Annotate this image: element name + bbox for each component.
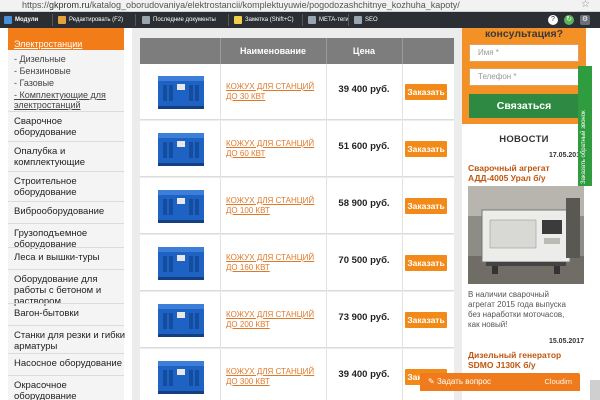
product-price: 70 500 руб. bbox=[338, 255, 390, 266]
url-text[interactable]: https://gkprom.ru/katalog_oborudovaniya/… bbox=[22, 0, 460, 11]
news-title: НОВОСТИ bbox=[499, 134, 549, 145]
phone-field[interactable]: Телефон * bbox=[469, 68, 579, 86]
product-price: 73 900 руб. bbox=[338, 312, 390, 323]
product-image[interactable] bbox=[155, 243, 207, 283]
note-icon bbox=[234, 16, 242, 24]
sidebar-sub-diesel[interactable]: - Дизельные bbox=[14, 54, 66, 64]
sidebar-sub-gas[interactable]: - Газовые bbox=[14, 78, 54, 88]
sidebar-category[interactable]: Сварочное оборудование bbox=[14, 116, 126, 138]
product-image[interactable] bbox=[155, 72, 207, 112]
sidebar-category[interactable]: Станки для резки и гибки арматуры bbox=[14, 330, 126, 352]
news-image-welder[interactable] bbox=[468, 186, 584, 284]
news-description: В наличии сварочный агрегат 2015 года вы… bbox=[468, 290, 566, 329]
sidebar-category[interactable]: Леса и вышки-туры bbox=[14, 252, 126, 263]
chat-label[interactable]: ✎ Задать вопрос bbox=[428, 373, 491, 391]
sidebar-category[interactable]: Окрасочное оборудование bbox=[14, 380, 126, 400]
product-image[interactable] bbox=[155, 129, 207, 169]
callback-tab[interactable]: Заказать обратный звонок bbox=[578, 66, 592, 186]
chat-brand: Cloudim bbox=[544, 377, 572, 386]
order-button[interactable]: Заказать bbox=[405, 84, 447, 100]
help-icon[interactable]: ? bbox=[548, 15, 558, 25]
product-name-link[interactable]: КОЖУХ ДЛЯ СТАНЦИЙ ДО 60 КВТ bbox=[226, 139, 322, 159]
sidebar-sub-components-2[interactable]: электростанций bbox=[14, 100, 81, 110]
order-button[interactable]: Заказать bbox=[405, 312, 447, 328]
refresh-icon[interactable]: ↻ bbox=[564, 15, 574, 25]
sidebar-category[interactable]: Виброоборудование bbox=[14, 206, 126, 217]
sidebar-sub-petrol[interactable]: - Бензиновые bbox=[14, 66, 71, 76]
adminbar-meta[interactable]: META-теги bbox=[308, 12, 349, 28]
table-row: КОЖУХ ДЛЯ СТАНЦИЙ ДО 160 КВТ 70 500 руб. За… bbox=[140, 235, 454, 291]
bookmark-star-icon[interactable]: ☆ bbox=[581, 0, 590, 10]
chat-widget[interactable]: ✎ Задать вопрос Cloudim bbox=[420, 373, 580, 391]
main-content: Наименование Цена КОЖУХ ДЛЯ СТАНЦИЙ ДО 30… bbox=[132, 28, 462, 400]
table-row: КОЖУХ ДЛЯ СТАНЦИЙ ДО 100 КВТ 58 900 руб. За… bbox=[140, 178, 454, 234]
adminbar-recent-docs[interactable]: Последние документы bbox=[142, 12, 216, 28]
left-sidebar: Электростанции - Дизельные - Бензиновые … bbox=[8, 28, 126, 400]
scrollbar[interactable] bbox=[590, 380, 600, 400]
cms-admin-bar: Модули Редактировать (F2) Последние доку… bbox=[0, 12, 600, 28]
settings-icon[interactable]: ⚙ bbox=[580, 15, 590, 25]
adminbar-seo[interactable]: SEO bbox=[354, 12, 378, 28]
modules-icon bbox=[4, 16, 12, 24]
table-header: Наименование Цена bbox=[140, 38, 454, 64]
sidebar-category[interactable]: Вагон-бытовки bbox=[14, 308, 126, 319]
sidebar-category[interactable]: Опалубка и комплектующие bbox=[14, 146, 126, 168]
page: Электростанции - Дизельные - Бензиновые … bbox=[0, 28, 600, 400]
adminbar-note[interactable]: Заметка (Shift+C) bbox=[234, 12, 294, 28]
name-field[interactable]: Имя * bbox=[469, 44, 579, 62]
consultation-form: консультация? Имя * Телефон * Связаться bbox=[462, 28, 586, 124]
order-button[interactable]: Заказать bbox=[405, 198, 447, 214]
header-price: Цена bbox=[352, 46, 376, 56]
table-row: КОЖУХ ДЛЯ СТАНЦИЙ ДО 60 КВТ 51 600 руб. Зак… bbox=[140, 121, 454, 177]
browser-url-bar[interactable]: https://gkprom.ru/katalog_oborudovaniya/… bbox=[0, 0, 600, 12]
document-icon bbox=[142, 16, 150, 24]
product-name-link[interactable]: КОЖУХ ДЛЯ СТАНЦИЙ ДО 100 КВТ bbox=[226, 196, 322, 216]
table-row: КОЖУХ ДЛЯ СТАНЦИЙДО 300 КВТ39 400 руб.За… bbox=[140, 349, 454, 400]
order-button[interactable]: Заказать bbox=[405, 141, 447, 157]
news-headline[interactable]: Дизельный генератор SDMO J130K б/у bbox=[468, 350, 586, 370]
consult-title: консультация? bbox=[484, 28, 564, 40]
product-image[interactable] bbox=[155, 357, 207, 397]
sidebar-sub-components[interactable]: - Комплектующие для bbox=[14, 90, 106, 100]
send-button[interactable]: Связаться bbox=[469, 94, 579, 118]
adminbar-modules[interactable]: Модули bbox=[4, 12, 38, 28]
seo-icon bbox=[354, 16, 362, 24]
product-price: 39 400 руб. bbox=[338, 84, 390, 95]
product-name-link[interactable]: КОЖУХ ДЛЯ СТАНЦИЙ ДО 30 КВТ bbox=[226, 82, 322, 102]
product-name-link[interactable]: КОЖУХ ДЛЯ СТАНЦИЙ ДО 300 КВТ bbox=[226, 367, 322, 387]
pencil-icon bbox=[58, 16, 66, 24]
sidebar-category[interactable]: Насосное оборудование bbox=[14, 358, 126, 369]
tag-icon bbox=[308, 16, 316, 24]
product-image[interactable] bbox=[155, 186, 207, 226]
news-date: 15.05.2017 bbox=[548, 338, 584, 345]
product-price: 39 400 руб. bbox=[338, 369, 390, 380]
product-price: 51 600 руб. bbox=[338, 141, 390, 152]
product-image[interactable] bbox=[155, 300, 207, 340]
news-date: 17.05.2017 bbox=[548, 152, 584, 159]
order-button[interactable]: Заказать bbox=[405, 255, 447, 271]
table-row: КОЖУХ ДЛЯ СТАНЦИЙ ДО 200 КВТ 73 900 руб. За… bbox=[140, 292, 454, 348]
sidebar-category[interactable]: Строительное оборудование bbox=[14, 176, 126, 198]
sidebar-item-electrostations[interactable]: Электростанции bbox=[8, 28, 124, 50]
table-row: КОЖУХ ДЛЯ СТАНЦИЙ ДО 30 КВТ 39 400 руб. Зак… bbox=[140, 64, 454, 120]
product-price: 58 900 руб. bbox=[338, 198, 390, 209]
product-name-link[interactable]: КОЖУХ ДЛЯ СТАНЦИЙ ДО 200 КВТ bbox=[226, 310, 322, 330]
adminbar-edit[interactable]: Редактировать (F2) bbox=[58, 12, 123, 28]
product-name-link[interactable]: КОЖУХ ДЛЯ СТАНЦИЙ ДО 160 КВТ bbox=[226, 253, 322, 273]
header-name: Наименование bbox=[239, 46, 307, 56]
news-headline[interactable]: Сварочный агрегат АДД-4005 Урал б/у bbox=[468, 163, 586, 183]
